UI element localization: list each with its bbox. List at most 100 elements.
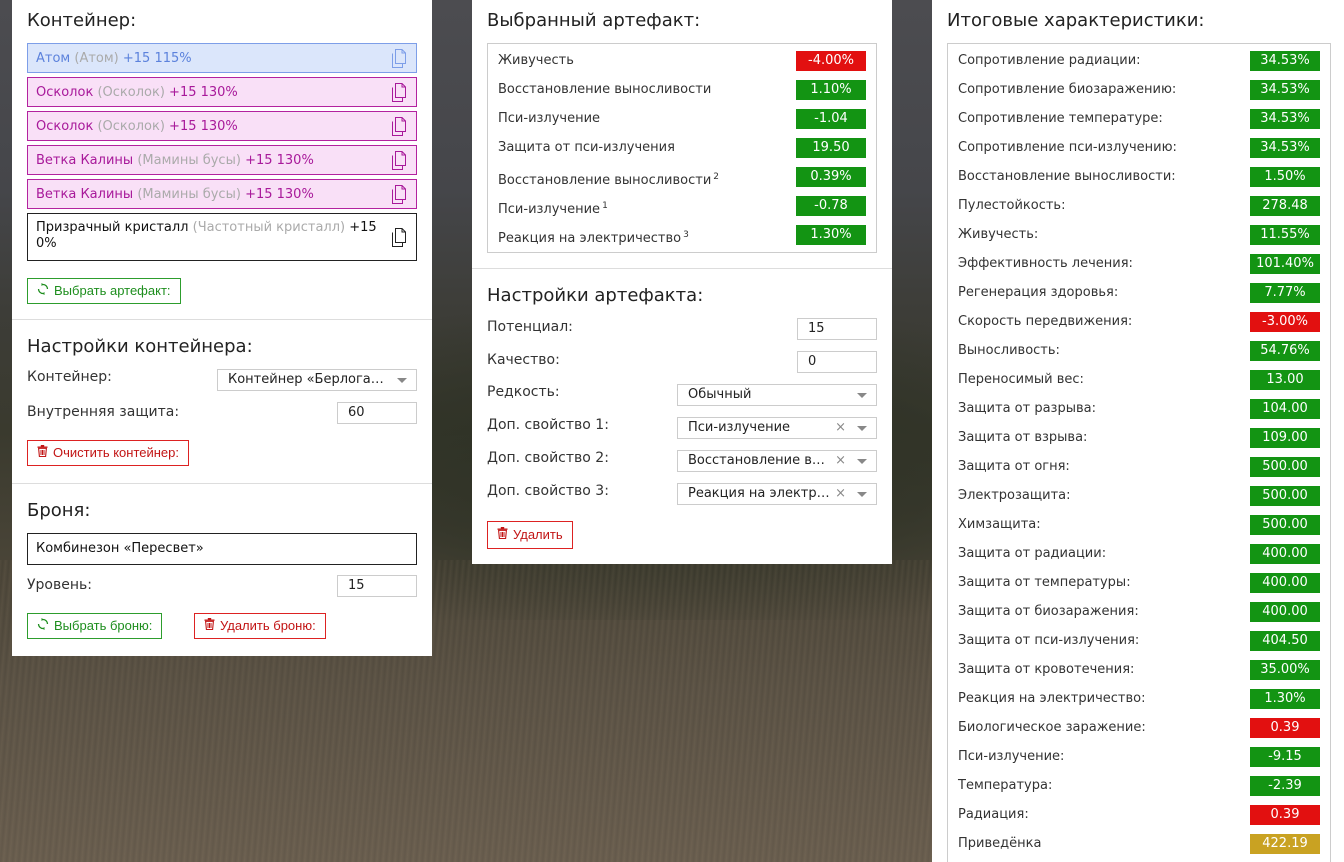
stat-name: Скорость передвижения:: [958, 312, 1132, 332]
stat-name: Защита от биозаражения:: [958, 602, 1139, 622]
clear-container-label: Очистить контейнер:: [53, 445, 179, 460]
selected-artifact-section: Выбранный артефакт: Живучесть -4.00% Восст…: [472, 0, 892, 269]
stat-name-text: Восстановление выносливости: [498, 82, 712, 97]
rarity-label: Редкость:: [487, 384, 560, 400]
close-icon[interactable]: ×: [835, 451, 846, 471]
armor-name-box[interactable]: Комбинезон «Пересвет»: [27, 533, 417, 565]
stat-name: Сопротивление биозаражению:: [958, 80, 1176, 100]
stat-value-badge: 34.53%: [1250, 138, 1320, 158]
stat-name-text: Пси-излучение:: [958, 749, 1065, 764]
stat-name: Восстановление выносливости: [498, 80, 711, 100]
artifact-subname: (Мамины бусы): [137, 153, 241, 168]
stat-name-text: Живучесть: [498, 53, 574, 68]
stat-row: Защита от огня: 500.00: [958, 457, 1320, 477]
stat-name: Химзащита:: [958, 515, 1041, 535]
stat-value-badge: 0.39%: [796, 167, 866, 187]
stat-name: Сопротивление радиации:: [958, 51, 1141, 71]
stat-row: Восстановление выносливости: 1.50%: [958, 167, 1320, 187]
delete-armor-button[interactable]: Удалить броню:: [194, 613, 326, 639]
stat-name: Эффективность лечения:: [958, 254, 1133, 274]
select-armor-button[interactable]: Выбрать броню:: [27, 613, 163, 639]
stat-name-text: Переносимый вес:: [958, 372, 1084, 387]
stat-row: Сопротивление биозаражению: 34.53%: [958, 80, 1320, 100]
stat-value-badge: 11.55%: [1250, 225, 1320, 245]
stat-name: Электрозащита:: [958, 486, 1071, 506]
close-icon[interactable]: ×: [835, 418, 846, 438]
stat-name-text: Скорость передвижения:: [958, 314, 1133, 329]
artifact-level: +15 130%: [169, 119, 238, 134]
artifact-slot[interactable]: Призрачный кристалл (Частотный кристалл)…: [27, 213, 417, 261]
artifact-subname: (Осколок): [97, 119, 165, 134]
left-panel: Контейнер: Атом (Атом) +15 115% Осколок (…: [12, 0, 432, 656]
artifact-slot[interactable]: Ветка Калины (Мамины бусы) +15 130%: [27, 145, 417, 175]
artifact-slot[interactable]: Ветка Калины (Мамины бусы) +15 130%: [27, 179, 417, 209]
container-label: Контейнер:: [27, 369, 112, 385]
copy-icon[interactable]: [392, 83, 408, 102]
copy-icon[interactable]: [392, 49, 408, 68]
delete-artifact-button[interactable]: Удалить: [487, 521, 573, 549]
stat-name: Радиация:: [958, 805, 1029, 825]
stat-row: Выносливость: 54.76%: [958, 341, 1320, 361]
stat-name: Реакция на электричество:: [958, 689, 1145, 709]
stat-name: Защита от пси-излучения:: [958, 631, 1139, 651]
rarity-select[interactable]: Обычный: [677, 384, 877, 406]
refresh-icon: [37, 279, 49, 303]
stat-footnote: 2: [713, 172, 720, 182]
artifact-slot[interactable]: Осколок (Осколок) +15 130%: [27, 111, 417, 141]
stat-name: Приведёнка: [958, 834, 1041, 854]
artifact-slot[interactable]: Осколок (Осколок) +15 130%: [27, 77, 417, 107]
stat-value-badge: 34.53%: [1250, 109, 1320, 129]
extra3-select[interactable]: Реакция на электр… ×: [677, 483, 877, 505]
extra1-select[interactable]: Пси-излучение ×: [677, 417, 877, 439]
stat-name: Реакция на электричество 3: [498, 225, 689, 249]
artifact-slot[interactable]: Атом (Атом) +15 115%: [27, 43, 417, 73]
stat-name: Защита от разрыва:: [958, 399, 1096, 419]
stat-row: Живучесть: 11.55%: [958, 225, 1320, 245]
select-artifact-button[interactable]: Выбрать артефакт:: [27, 278, 181, 304]
stat-name-text: Сопротивление радиации:: [958, 53, 1141, 68]
extra1-label: Доп. свойство 1:: [487, 417, 609, 433]
copy-icon[interactable]: [392, 228, 408, 247]
selected-artifact-stats: Живучесть -4.00% Восстановление выносливос…: [487, 43, 877, 253]
extra2-select[interactable]: Восстановление в… ×: [677, 450, 877, 472]
stat-value-badge: 404.50: [1250, 631, 1320, 651]
stat-name-text: Биологическое заражение:: [958, 720, 1146, 735]
stat-row: Пси-излучение -1.04: [498, 109, 866, 129]
artifact-subname: (Частотный кристалл): [192, 220, 346, 235]
artifact-level: +15 130%: [169, 85, 238, 100]
stat-row: Температура: -2.39: [958, 776, 1320, 796]
copy-icon[interactable]: [392, 185, 408, 204]
stat-name: Температура:: [958, 776, 1052, 796]
container-title: Контейнер:: [27, 10, 137, 31]
extra3-label: Доп. свойство 3:: [487, 483, 609, 499]
stat-name: Пси-излучение:: [958, 747, 1064, 767]
artifact-name: Призрачный кристалл: [36, 220, 189, 235]
armor-level-input[interactable]: 15: [337, 575, 417, 597]
potential-input[interactable]: 15: [797, 318, 877, 340]
stat-name: Живучесть: [498, 51, 574, 71]
copy-icon[interactable]: [392, 117, 408, 136]
chevron-down-icon: [857, 426, 867, 431]
stat-row: Реакция на электричество: 1.30%: [958, 689, 1320, 709]
stat-name-text: Приведёнка: [958, 836, 1042, 851]
stat-row: Пулестойкость: 278.48: [958, 196, 1320, 216]
stat-name: Живучесть:: [958, 225, 1038, 245]
artifact-subname: (Осколок): [97, 85, 165, 100]
container-select[interactable]: Контейнер «Берлога…: [217, 369, 417, 391]
stat-name: Защита от взрыва:: [958, 428, 1087, 448]
artifact-name: Атом: [36, 51, 71, 66]
stat-value-badge: 1.50%: [1250, 167, 1320, 187]
stat-name: Сопротивление пси-излучению:: [958, 138, 1177, 158]
protection-input[interactable]: 60: [337, 402, 417, 424]
copy-icon[interactable]: [392, 151, 408, 170]
close-icon[interactable]: ×: [835, 484, 846, 504]
container-section: Контейнер: Атом (Атом) +15 115% Осколок (…: [12, 0, 432, 320]
clear-container-button[interactable]: Очистить контейнер:: [27, 440, 189, 466]
stat-row: Защита от температуры: 400.00: [958, 573, 1320, 593]
stat-value-badge: 1.30%: [796, 225, 866, 245]
armor-section: Броня: Комбинезон «Пересвет» Уровень: 15…: [12, 484, 432, 656]
quality-input[interactable]: 0: [797, 351, 877, 373]
stat-value-badge: 400.00: [1250, 602, 1320, 622]
stat-value-badge: 101.40%: [1250, 254, 1320, 274]
delete-armor-label: Удалить броню:: [220, 618, 316, 633]
